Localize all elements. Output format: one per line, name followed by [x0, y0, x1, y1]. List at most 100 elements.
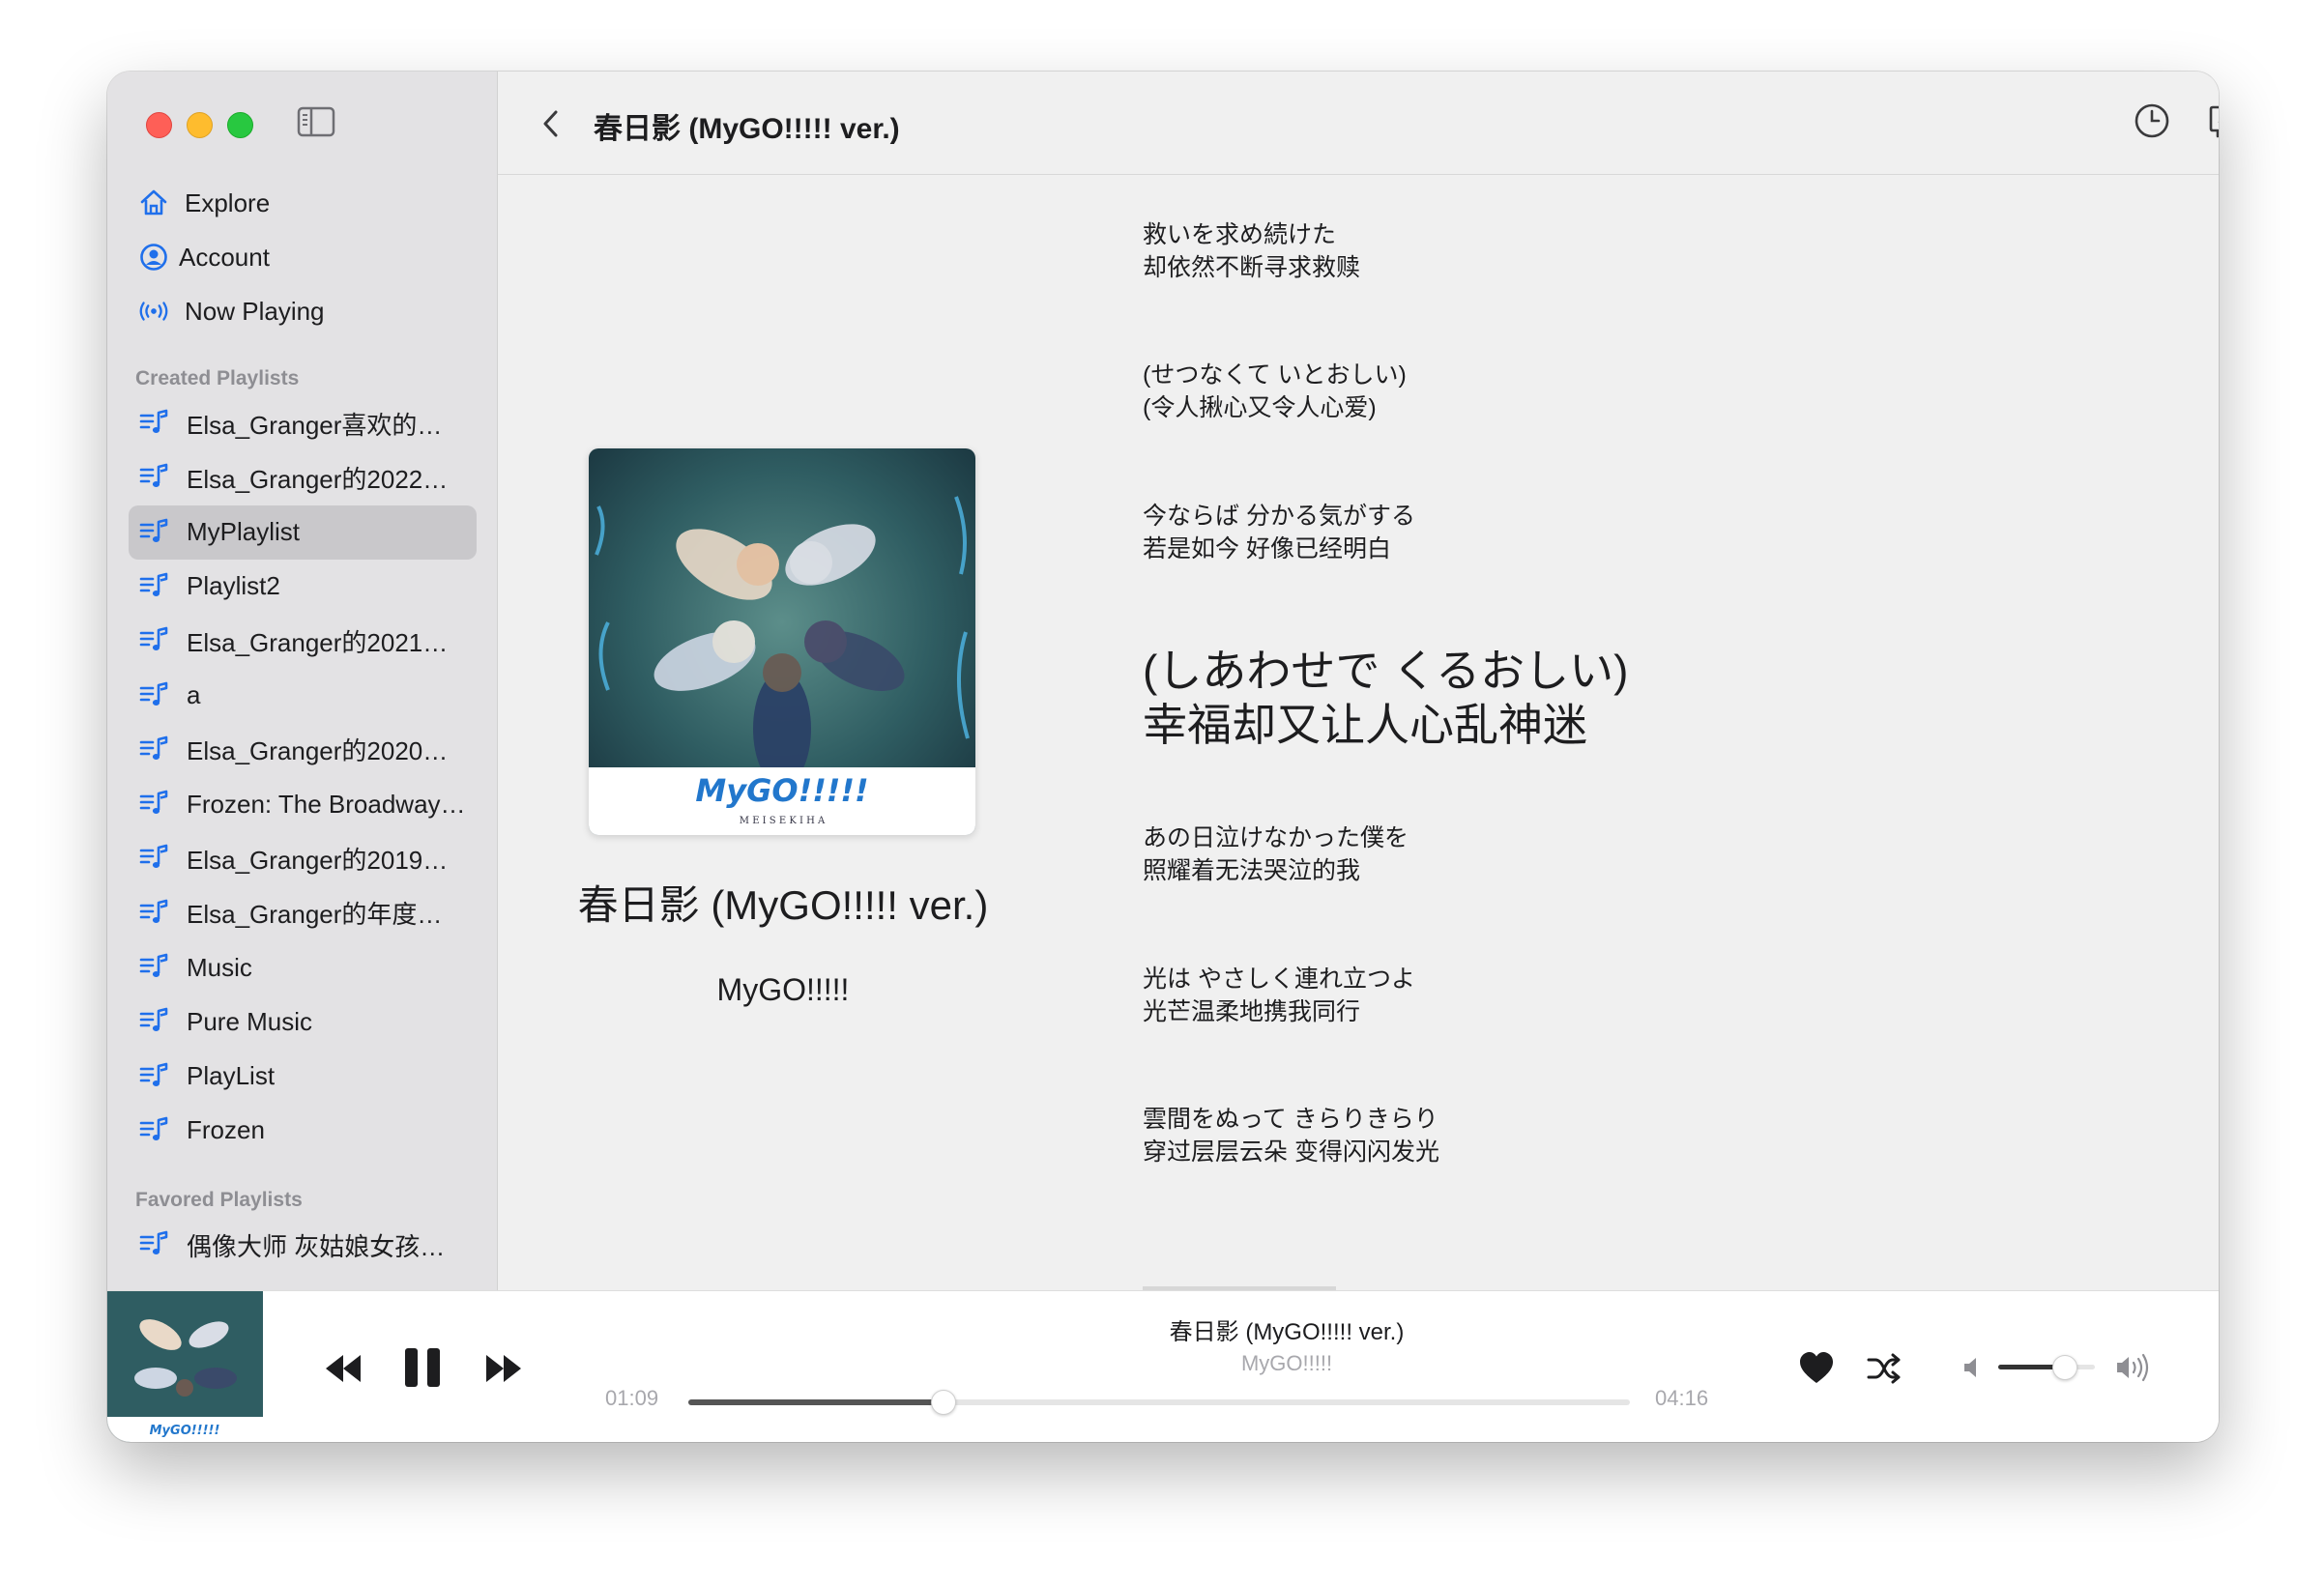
sidebar-playlist-item[interactable]: Music: [129, 940, 477, 994]
lyric-line-active[interactable]: (しあわせで くるおしい) 幸福却又让人心乱神迷: [1143, 644, 1629, 752]
account-icon: [136, 240, 171, 274]
sidebar-playlist-item[interactable]: a: [129, 669, 477, 723]
favored-playlists-heading: Favored Playlists: [135, 1189, 303, 1211]
nav-label: Now Playing: [185, 296, 325, 326]
sidebar-playlist-item[interactable]: Elsa_Granger的2021年度歌单: [129, 614, 477, 668]
playlist-label: Elsa_Granger的2020年度歌单: [187, 736, 467, 766]
now-playing-artist[interactable]: MyGO!!!!!: [610, 1351, 1963, 1376]
progress-slider[interactable]: [688, 1390, 1630, 1415]
back-button[interactable]: [537, 104, 566, 143]
broadcast-icon: [136, 294, 171, 329]
sidebar-playlist-item[interactable]: Elsa_Granger的年度歌单: [129, 886, 477, 940]
nav-explore[interactable]: Explore: [129, 180, 477, 226]
now-playing-thumbnail[interactable]: MyGO!!!!!: [107, 1291, 263, 1442]
lyric-original: (しあわせで くるおしい): [1143, 646, 1629, 696]
playlist-label: Elsa_Granger的2021年度歌单: [187, 627, 467, 657]
history-icon[interactable]: [2132, 101, 2172, 141]
lyric-line[interactable]: あの日泣けなかった僕を 照耀着无法哭泣的我: [1143, 821, 1409, 887]
lyric-translation: 若是如今 好像已经明白: [1143, 535, 1391, 562]
created-playlists-heading: Created Playlists: [135, 367, 300, 389]
album-cover[interactable]: MyGO!!!!! M E I S E K I H A: [589, 448, 975, 835]
lyric-original: 光は やさしく連れ立つよ: [1143, 965, 1415, 993]
header-bar: 春日影 (MyGO!!!!! ver.): [498, 72, 2219, 175]
playlist-icon: [138, 1006, 169, 1037]
window-controls: [146, 112, 253, 138]
sidebar-playlist-item[interactable]: Playlist2: [129, 560, 477, 614]
playlist-label: Frozen: [187, 1115, 265, 1145]
sidebar-playlist-item[interactable]: PlayList: [129, 1050, 477, 1104]
playlist-label: Pure Music: [187, 1006, 313, 1036]
lyric-original: 雲間をぬって きらりきらり: [1143, 1106, 1438, 1133]
playlist-icon: [138, 680, 169, 711]
playlist-icon: [138, 517, 169, 548]
playlist-icon: [138, 625, 169, 656]
song-title: 春日影 (MyGO!!!!! ver.): [577, 882, 989, 928]
close-window-button[interactable]: [146, 112, 172, 138]
playlist-label: Playlist2: [187, 571, 280, 601]
lyric-line[interactable]: 今ならば 分かる気がする 若是如今 好像已经明白: [1143, 500, 1415, 565]
lyric-line[interactable]: 救いを求め続けた 却依然不断寻求救赎: [1143, 218, 1360, 284]
lyric-line[interactable]: 光は やさしく連れ立つよ 光芒温柔地携我同行: [1143, 963, 1415, 1028]
playlist-icon: [138, 1115, 169, 1146]
lyrics-quote-icon[interactable]: [2207, 101, 2219, 141]
lyric-translation: (令人揪心又令人心爱): [1143, 394, 1377, 421]
nav-account[interactable]: Account: [129, 234, 477, 280]
sidebar-playlist-item[interactable]: Frozen: [129, 1104, 477, 1158]
previous-button[interactable]: [322, 1347, 364, 1390]
lyric-original: (せつなくて いとおしい): [1143, 361, 1407, 389]
sidebar-playlist-item[interactable]: Frozen: The Broadway Musical: [129, 777, 477, 831]
minimize-window-button[interactable]: [187, 112, 213, 138]
playlist-icon: [138, 952, 169, 983]
like-heart-icon[interactable]: [1797, 1349, 1836, 1388]
next-button[interactable]: [482, 1347, 525, 1390]
lyric-line[interactable]: (せつなくて いとおしい) (令人揪心又令人心爱): [1143, 359, 1407, 424]
playlist-label: Elsa_Granger的2022年度歌单: [187, 464, 467, 494]
lyric-original: あの日泣けなかった僕を: [1143, 824, 1409, 851]
shuffle-icon[interactable]: [1865, 1349, 1903, 1388]
sidebar-playlist-item[interactable]: Elsa_Granger的2019年度歌单: [129, 831, 477, 885]
volume-knob[interactable]: [2052, 1355, 2077, 1380]
sidebar-playlist-item[interactable]: Elsa_Granger的2020年度歌单: [129, 723, 477, 777]
playlist-label: a: [187, 680, 201, 709]
progress-fill: [688, 1399, 943, 1405]
player-bar: MyGO!!!!! 春日影 (MyGO!!!!! ver.) MyGO!!!!!…: [107, 1290, 2219, 1442]
nav-label: Explore: [185, 187, 271, 217]
playlist-icon: [138, 898, 169, 929]
lyric-translation: 却依然不断寻求救赎: [1143, 254, 1361, 281]
lyric-translation: 照耀着无法哭泣的我: [1143, 857, 1361, 884]
app-window: Explore Account Now Playing Created Play…: [107, 72, 2219, 1442]
playlist-icon: [138, 408, 169, 439]
sidebar-playlist-item[interactable]: MyPlaylist: [129, 504, 477, 560]
sidebar: Explore Account Now Playing Created Play…: [107, 72, 498, 1291]
cover-subtext: M E I S E K I H A: [740, 816, 826, 826]
lyric-translation: 幸福却又让人心乱神迷: [1143, 700, 1587, 750]
playlist-icon: [138, 789, 169, 820]
home-icon: [136, 186, 171, 220]
lyric-original: 今ならば 分かる気がする: [1143, 503, 1415, 530]
sidebar-toggle-icon[interactable]: [297, 106, 335, 137]
lyric-line[interactable]: 雲間をぬって きらりきらり 穿过层层云朵 变得闪闪发光: [1143, 1103, 1439, 1168]
playlist-label: MyPlaylist: [187, 517, 301, 547]
volume-high-icon[interactable]: [2114, 1353, 2153, 1382]
playlist-icon: [138, 735, 169, 765]
playlist-icon: [138, 843, 169, 874]
nav-now-playing[interactable]: Now Playing: [129, 288, 477, 334]
playlist-icon: [138, 1061, 169, 1092]
pause-button[interactable]: [400, 1343, 445, 1392]
zoom-window-button[interactable]: [227, 112, 253, 138]
playlist-label: PlayList: [187, 1061, 276, 1091]
sidebar-playlist-item[interactable]: Elsa_Granger喜欢的音乐: [129, 396, 477, 450]
lyric-translation: 光芒温柔地携我同行: [1143, 998, 1361, 1025]
sidebar-favored-playlist-item[interactable]: 偶像大师 灰姑娘女孩合集: [129, 1218, 477, 1272]
playlist-label: 偶像大师 灰姑娘女孩合集: [187, 1231, 467, 1261]
cover-logo-text: MyGO!!!!!: [695, 772, 868, 809]
playlist-icon: [138, 1229, 169, 1260]
now-playing-view: MyGO!!!!! M E I S E K I H A 春日影 (MyGO!!!…: [498, 175, 2219, 1291]
sidebar-playlist-item[interactable]: Pure Music: [129, 994, 477, 1049]
song-artist[interactable]: MyGO!!!!!: [498, 972, 1068, 1008]
lyric-translation: 穿过层层云朵 变得闪闪发光: [1143, 1138, 1439, 1166]
volume-slider[interactable]: [1998, 1355, 2095, 1380]
volume-low-icon[interactable]: [1961, 1355, 1985, 1380]
sidebar-playlist-item[interactable]: Elsa_Granger的2022年度歌单: [129, 450, 477, 504]
progress-knob[interactable]: [930, 1390, 956, 1415]
